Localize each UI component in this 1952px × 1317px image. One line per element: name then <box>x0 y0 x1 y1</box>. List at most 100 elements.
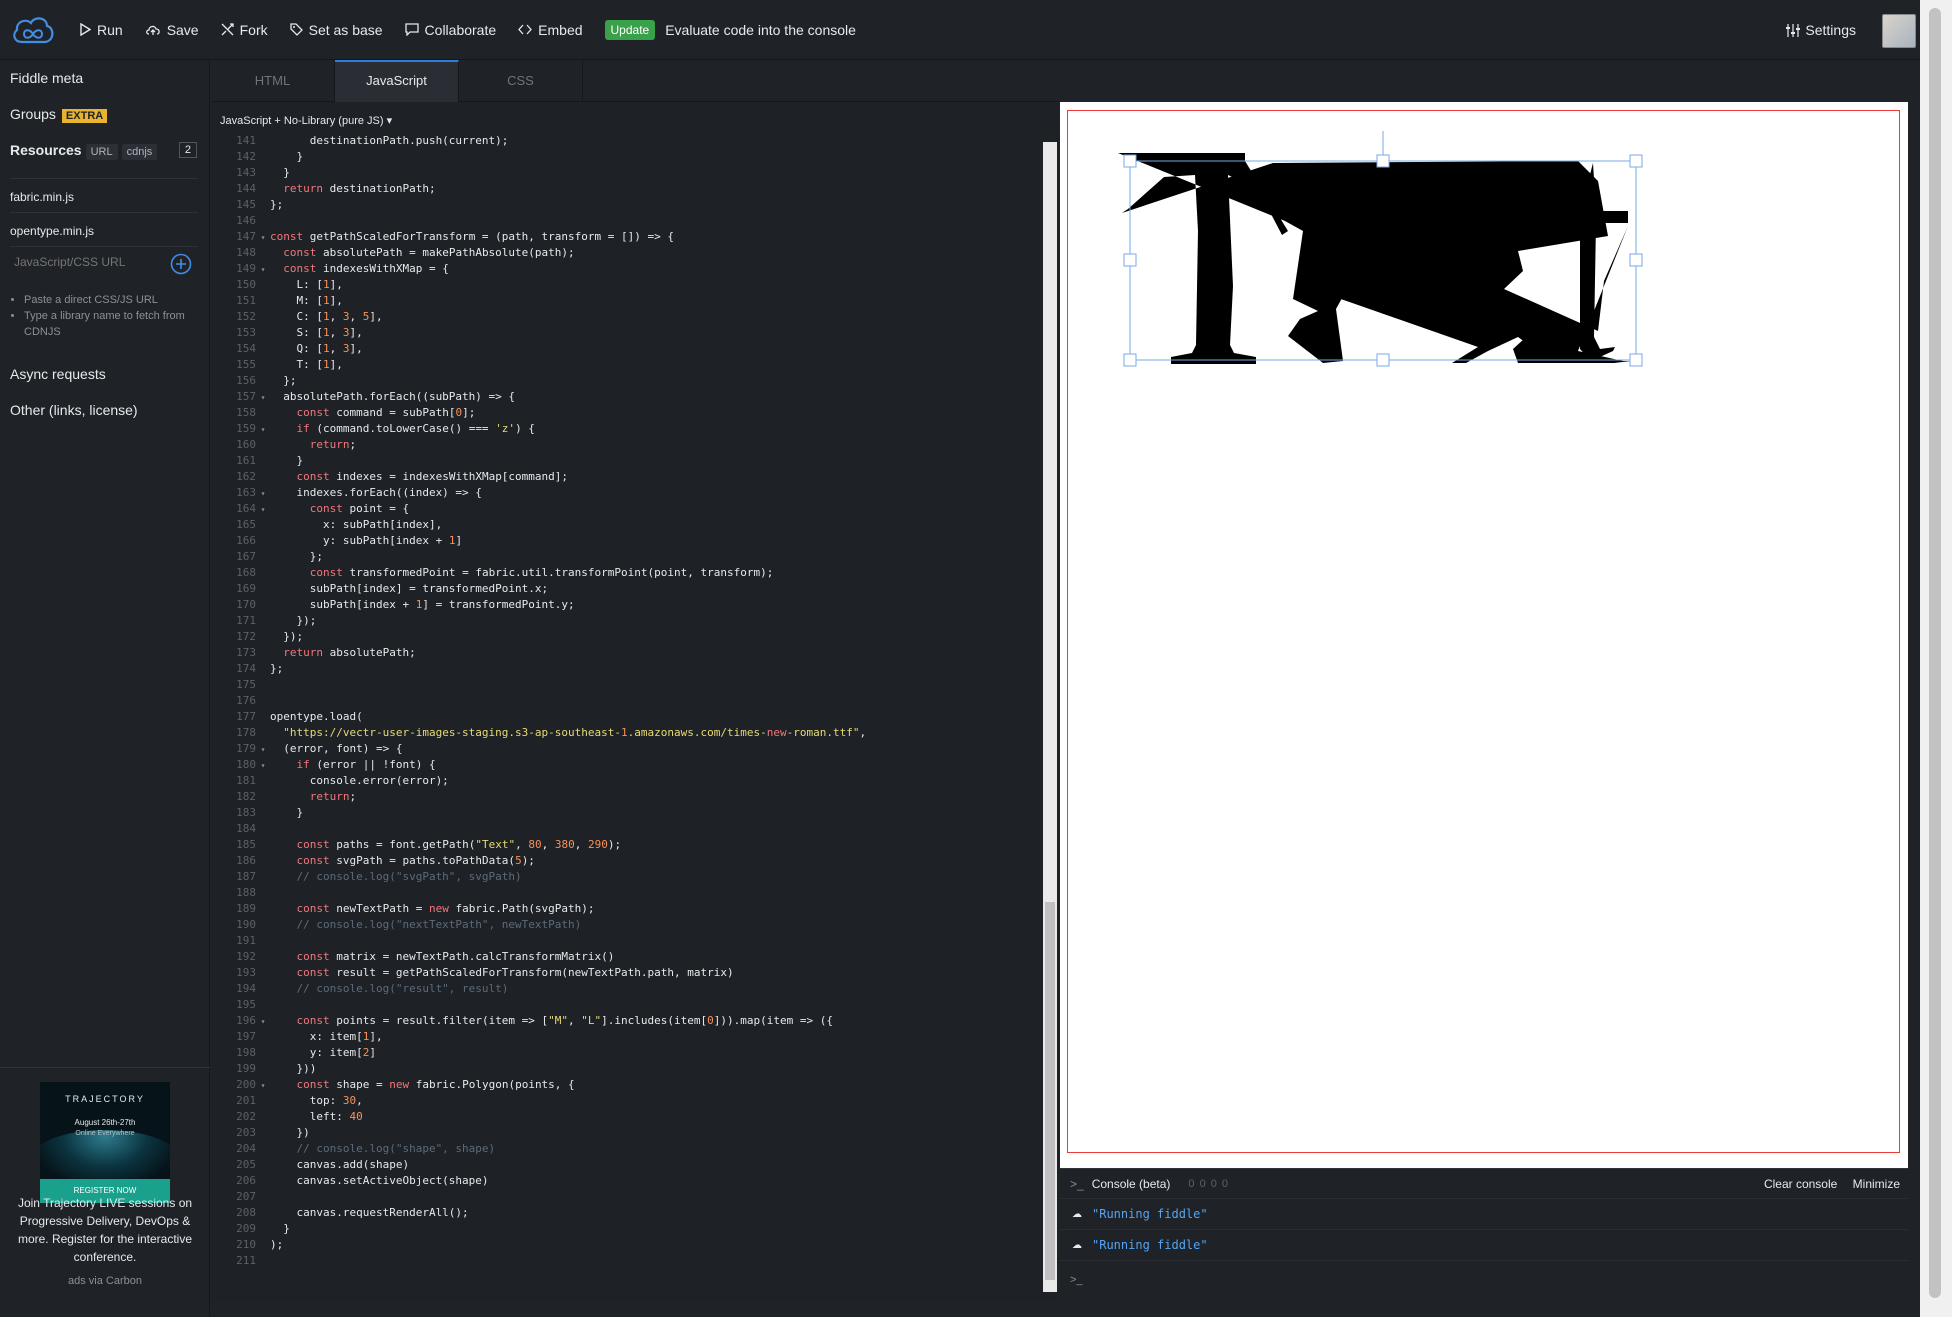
resize-handle[interactable] <box>1123 253 1137 267</box>
code-area[interactable]: 141 destinationPath.push(current); 142 } 1… <box>211 133 1041 1283</box>
ads-via-carbon-link[interactable]: ads via Carbon <box>0 1275 210 1287</box>
code-line[interactable]: 159 ▾ if (command.toLowerCase() === 'z') … <box>211 421 1041 437</box>
resize-handle[interactable] <box>1376 353 1390 367</box>
code-line[interactable]: 199 })) <box>211 1061 1041 1077</box>
resource-item[interactable]: fabric.min.js <box>10 190 74 204</box>
tab-html[interactable]: HTML <box>211 60 335 102</box>
editor-scrollbar-thumb[interactable] <box>1045 902 1055 1280</box>
code-line[interactable]: 175 <box>211 677 1041 693</box>
async-requests-link[interactable]: Async requests <box>10 366 106 382</box>
code-line[interactable]: 195 <box>211 997 1041 1013</box>
cdnjs-pill[interactable]: cdnjs <box>121 144 158 160</box>
code-line[interactable]: 208 canvas.requestRenderAll(); <box>211 1205 1041 1221</box>
resize-handle[interactable] <box>1123 353 1137 367</box>
other-links-license-link[interactable]: Other (links, license) <box>10 402 138 418</box>
resize-handle[interactable] <box>1629 353 1643 367</box>
code-line[interactable]: 153 S: [1, 3], <box>211 325 1041 341</box>
code-line[interactable]: 144 return destinationPath; <box>211 181 1041 197</box>
set-as-base-button[interactable]: Set as base <box>289 22 383 38</box>
code-line[interactable]: 156 }; <box>211 373 1041 389</box>
code-line[interactable]: 161 } <box>211 453 1041 469</box>
code-line[interactable]: 193 const result = getPathScaledForTrans… <box>211 965 1041 981</box>
code-line[interactable]: 190 // console.log("nextTextPath", newTe… <box>211 917 1041 933</box>
code-line[interactable]: 197 x: item[1], <box>211 1029 1041 1045</box>
settings-button[interactable]: Settings <box>1786 22 1856 38</box>
code-line[interactable]: 152 C: [1, 3, 5], <box>211 309 1041 325</box>
fold-arrow-icon[interactable]: ▾ <box>256 502 270 518</box>
jsfiddle-logo-icon[interactable] <box>10 12 58 48</box>
code-line[interactable]: 143 } <box>211 165 1041 181</box>
code-line[interactable]: 141 destinationPath.push(current); <box>211 133 1041 149</box>
fold-arrow-icon[interactable]: ▾ <box>256 1014 270 1030</box>
code-line[interactable]: 169 subPath[index] = transformedPoint.x; <box>211 581 1041 597</box>
code-line[interactable]: 165 x: subPath[index], <box>211 517 1041 533</box>
fiddle-meta-link[interactable]: Fiddle meta <box>10 70 83 86</box>
resize-handle[interactable] <box>1376 154 1390 168</box>
code-line[interactable]: 191 <box>211 933 1041 949</box>
code-line[interactable]: 158 const command = subPath[0]; <box>211 405 1041 421</box>
code-line[interactable]: 157 ▾ absolutePath.forEach((subPath) => { <box>211 389 1041 405</box>
code-line[interactable]: 189 const newTextPath = new fabric.Path(… <box>211 901 1041 917</box>
fold-arrow-icon[interactable]: ▾ <box>256 486 270 502</box>
carbon-ad[interactable]: TRAJECTORY August 26th-27th Online Every… <box>0 1067 210 1317</box>
groups-link[interactable]: Groups EXTRA <box>10 106 108 123</box>
code-line[interactable]: 142 } <box>211 149 1041 165</box>
fold-arrow-icon[interactable]: ▾ <box>256 742 270 758</box>
code-line[interactable]: 155 T: [1], <box>211 357 1041 373</box>
ad-banner-image[interactable]: TRAJECTORY August 26th-27th Online Every… <box>40 1082 170 1179</box>
code-line[interactable]: 145}; <box>211 197 1041 213</box>
code-line[interactable]: 201 top: 30, <box>211 1093 1041 1109</box>
user-avatar[interactable] <box>1882 14 1916 48</box>
embed-button[interactable]: Embed <box>518 22 583 38</box>
code-line[interactable]: 187 // console.log("svgPath", svgPath) <box>211 869 1041 885</box>
code-line[interactable]: 147 ▾ const getPathScaledForTransform = (p… <box>211 229 1041 245</box>
code-line[interactable]: 186 const svgPath = paths.toPathData(5); <box>211 853 1041 869</box>
url-pill[interactable]: URL <box>85 144 118 160</box>
code-line[interactable]: 160 return; <box>211 437 1041 453</box>
code-line[interactable]: 177 opentype.load( <box>211 709 1041 725</box>
code-line[interactable]: 198 y: item[2] <box>211 1045 1041 1061</box>
minimize-console-button[interactable]: Minimize <box>1853 1177 1900 1191</box>
resize-handle[interactable] <box>1629 253 1643 267</box>
code-line[interactable]: 168 const transformedPoint = fabric.util… <box>211 565 1041 581</box>
code-line[interactable]: 171 }); <box>211 613 1041 629</box>
code-line[interactable]: 170 subPath[index + 1] = transformedPoin… <box>211 597 1041 613</box>
code-line[interactable]: 211 <box>211 1253 1041 1269</box>
code-line[interactable]: 202 left: 40 <box>211 1109 1041 1125</box>
collaborate-button[interactable]: Collaborate <box>404 22 496 38</box>
code-line[interactable]: 185 const paths = font.getPath("Text", 8… <box>211 837 1041 853</box>
fold-arrow-icon[interactable]: ▾ <box>256 422 270 438</box>
clear-console-button[interactable]: Clear console <box>1764 1177 1837 1191</box>
code-line[interactable]: 150 L: [1], <box>211 277 1041 293</box>
code-line[interactable]: 192 const matrix = newTextPath.calcTrans… <box>211 949 1041 965</box>
fold-arrow-icon[interactable]: ▾ <box>256 230 270 246</box>
code-line[interactable]: 194 // console.log("result", result) <box>211 981 1041 997</box>
code-line[interactable]: 204 // console.log("shape", shape) <box>211 1141 1041 1157</box>
code-line[interactable]: 184 <box>211 821 1041 837</box>
code-line[interactable]: 149 ▾ const indexesWithXMap = { <box>211 261 1041 277</box>
code-line[interactable]: 183 } <box>211 805 1041 821</box>
fold-arrow-icon[interactable]: ▾ <box>256 758 270 774</box>
window-scrollbar[interactable] <box>1920 0 1952 1317</box>
code-line[interactable]: 146 <box>211 213 1041 229</box>
ad-text[interactable]: Join Trajectory LIVE sessions on Progres… <box>12 1194 198 1266</box>
code-line[interactable]: 148 const absolutePath = makePathAbsolut… <box>211 245 1041 261</box>
code-line[interactable]: 206 canvas.setActiveObject(shape) <box>211 1173 1041 1189</box>
language-selector[interactable]: JavaScript + No-Library (pure JS) ▾ <box>220 114 392 127</box>
run-button[interactable]: Run <box>80 22 123 38</box>
fabric-canvas[interactable] <box>1067 110 1900 1153</box>
code-line[interactable]: 181 console.error(error); <box>211 773 1041 789</box>
code-line[interactable]: 167 }; <box>211 549 1041 565</box>
code-line[interactable]: 176 <box>211 693 1041 709</box>
code-line[interactable]: 200 ▾ const shape = new fabric.Polygon(po… <box>211 1077 1041 1093</box>
resource-url-input[interactable] <box>8 250 168 274</box>
fold-arrow-icon[interactable]: ▾ <box>256 1078 270 1094</box>
code-line[interactable]: 166 y: subPath[index + 1] <box>211 533 1041 549</box>
code-line[interactable]: 179 ▾ (error, font) => { <box>211 741 1041 757</box>
resize-handle[interactable] <box>1629 154 1643 168</box>
text-polygon-shape[interactable] <box>1118 153 1631 364</box>
resource-item[interactable]: opentype.min.js <box>10 224 94 238</box>
tab-css[interactable]: CSS <box>459 60 583 102</box>
update-badge[interactable]: Update <box>604 19 656 40</box>
code-line[interactable]: 174}; <box>211 661 1041 677</box>
